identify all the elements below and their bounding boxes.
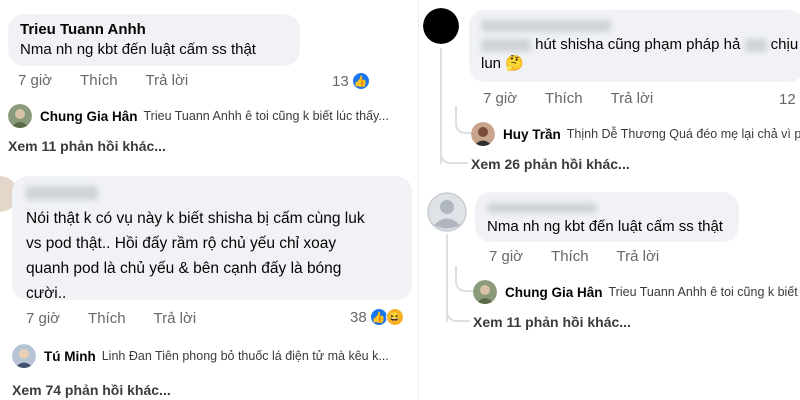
reply-text: Thịnh Dễ Thương Quá đéo mẹ lại chả vì ph… bbox=[566, 127, 800, 141]
blurred-name bbox=[26, 185, 98, 200]
comment-text-part: hút shisha cũng phạm pháp hả bbox=[535, 36, 741, 53]
reaction-count[interactable]: 38 👍 😆 bbox=[350, 308, 404, 326]
blurred-mention bbox=[481, 38, 531, 52]
like-button[interactable]: Thích bbox=[80, 72, 118, 89]
reply-button[interactable]: Trả lời bbox=[611, 90, 654, 107]
comment-text: Nma nh ng kbt đến luật cấm ss thật bbox=[20, 41, 256, 58]
like-reaction-icon: 👍 bbox=[351, 72, 370, 90]
default-avatar-icon bbox=[427, 192, 467, 232]
comment-text-part: chịu bbox=[770, 36, 799, 53]
haha-reaction-icon: 😆 bbox=[385, 308, 404, 326]
comment-text: Nói thật k có vụ này k biết shisha bị cấ… bbox=[26, 206, 398, 306]
reply-author[interactable]: Huy Trần bbox=[503, 127, 561, 142]
avatar bbox=[12, 344, 36, 368]
like-reaction-icon: 👍 bbox=[369, 308, 388, 326]
like-button[interactable]: Thích bbox=[551, 248, 589, 265]
reply-button[interactable]: Trả lời bbox=[154, 310, 197, 327]
blurred-name bbox=[487, 202, 597, 213]
view-more-replies-link[interactable]: Xem 74 phản hồi khác... bbox=[12, 382, 171, 398]
comment-line: cười.. bbox=[26, 285, 67, 302]
reply-author[interactable]: Chung Gia Hân bbox=[505, 285, 603, 300]
comment-bubble: Nói thật k có vụ này k biết shisha bị cấ… bbox=[12, 176, 412, 302]
comment-author[interactable]: Trieu Tuann Anhh bbox=[20, 21, 288, 38]
thread-connector bbox=[455, 266, 473, 292]
reply-preview[interactable]: Huy Trần Thịnh Dễ Thương Quá đéo mẹ lại … bbox=[471, 122, 800, 146]
avatar bbox=[473, 280, 497, 304]
comment-line: vs pod thật.. Hồi đấy rầm rộ chủ yếu chỉ… bbox=[26, 235, 337, 252]
comment-author[interactable] bbox=[481, 17, 793, 33]
view-more-replies-link[interactable]: Xem 11 phản hồi khác... bbox=[8, 138, 166, 154]
left-screenshot-panel: Trieu Tuann Anhh Nma nh ng kbt đến luật … bbox=[0, 0, 428, 400]
view-more-replies-link[interactable]: Xem 11 phản hồi khác... bbox=[473, 314, 631, 330]
avatar bbox=[423, 8, 459, 44]
reply-preview[interactable]: Chung Gia Hân Trieu Tuann Anhh ê toi cũn… bbox=[8, 104, 389, 128]
reaction-number: 12 bbox=[779, 90, 796, 108]
comment-author[interactable] bbox=[26, 184, 398, 202]
comment-bubble: Trieu Tuann Anhh Nma nh ng kbt đến luật … bbox=[8, 14, 300, 66]
thread-connector bbox=[455, 106, 471, 134]
comment-actions: 7 giờ Thích Trả lời bbox=[489, 248, 687, 265]
thread-line bbox=[440, 48, 442, 164]
comment-bubble: Nma nh ng kbt đến luật cấm ss thật bbox=[475, 192, 739, 242]
view-more-replies-link[interactable]: Xem 26 phản hồi khác... bbox=[471, 156, 630, 172]
comment-time[interactable]: 7 giờ bbox=[489, 248, 523, 265]
comment-line: quanh pod là chủ yếu & bên cạnh đấy là b… bbox=[26, 260, 342, 277]
comment-author[interactable] bbox=[487, 199, 727, 213]
comment-actions: 7 giờ Thích Trả lời bbox=[483, 90, 681, 107]
reply-author[interactable]: Tú Minh bbox=[44, 349, 96, 364]
reaction-count[interactable]: 13 👍 bbox=[332, 72, 370, 90]
reply-preview[interactable]: Tú Minh Linh Đan Tiên phong bỏ thuốc lá … bbox=[12, 344, 389, 368]
reply-button[interactable]: Trả lời bbox=[617, 248, 660, 265]
avatar bbox=[471, 122, 495, 146]
reply-button[interactable]: Trả lời bbox=[146, 72, 189, 89]
reply-text: Trieu Tuann Anhh ê toi cũng k biết lúc t… bbox=[143, 109, 389, 123]
comment-text: Nma nh ng kbt đến luật cấm ss thật bbox=[487, 218, 723, 235]
reaction-number: 38 bbox=[350, 308, 367, 326]
like-button[interactable]: Thích bbox=[545, 90, 583, 107]
comment-time[interactable]: 7 giờ bbox=[26, 310, 60, 327]
comment-line: Nói thật k có vụ này k biết shisha bị cấ… bbox=[26, 210, 365, 227]
comment-actions: 7 giờ Thích Trả lời bbox=[26, 310, 224, 327]
comment-actions: 7 giờ Thích Trả lời bbox=[18, 72, 216, 89]
comment-time[interactable]: 7 giờ bbox=[483, 90, 517, 107]
reply-author[interactable]: Chung Gia Hân bbox=[40, 109, 138, 124]
reply-preview[interactable]: Chung Gia Hân Trieu Tuann Anhh ê toi cũn… bbox=[473, 280, 800, 304]
avatar bbox=[8, 104, 32, 128]
like-button[interactable]: Thích bbox=[88, 310, 126, 327]
comment-bubble: hút shisha cũng phạm pháp hả chịu lun 🤔 bbox=[469, 10, 800, 82]
comment-text-line2: lun 🤔 bbox=[481, 55, 524, 72]
blurred-name bbox=[481, 19, 611, 32]
thread-connector bbox=[440, 150, 468, 164]
comment-time[interactable]: 7 giờ bbox=[18, 72, 52, 89]
thread-connector bbox=[446, 306, 470, 322]
right-screenshot-panel: hút shisha cũng phạm pháp hả chịu lun 🤔 … bbox=[418, 0, 800, 400]
reply-text: Linh Đan Tiên phong bỏ thuốc lá điện tử … bbox=[101, 349, 389, 363]
reply-text: Trieu Tuann Anhh ê toi cũng k biết lúc bbox=[608, 285, 800, 299]
blurred-word bbox=[744, 38, 767, 52]
comment-text: hút shisha cũng phạm pháp hả chịu bbox=[481, 35, 798, 54]
reaction-count[interactable]: 12 👍 bbox=[779, 90, 800, 108]
reaction-number: 13 bbox=[332, 72, 349, 90]
